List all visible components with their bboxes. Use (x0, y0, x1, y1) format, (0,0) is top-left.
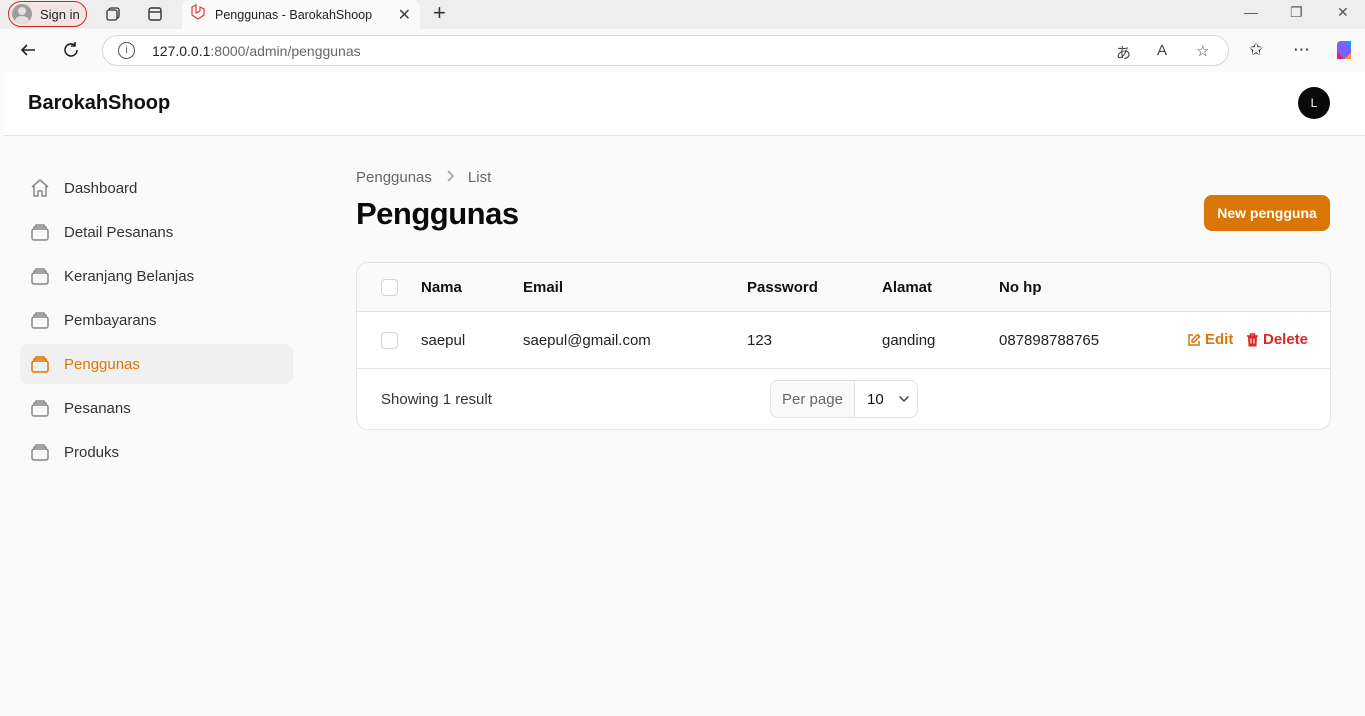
sidebar-item-detail-pesanans[interactable]: Detail Pesanans (20, 212, 293, 252)
stack-icon (28, 220, 52, 244)
column-header-nama[interactable]: Nama (421, 279, 462, 296)
app-root: BarokahShoop L Dashboard Detail Pesanans… (4, 72, 1365, 716)
edit-icon (1188, 332, 1201, 346)
per-page-label: Per page (771, 381, 855, 417)
column-header-alamat[interactable]: Alamat (882, 279, 932, 296)
browser-tab-bar: Sign in Penggunas - BarokahShoop ✕ + — ❐… (0, 0, 1365, 29)
page-title: Penggunas (356, 196, 519, 231)
table-header-row: Nama Email Password Alamat No hp (357, 263, 1330, 312)
copilot-icon[interactable] (1333, 39, 1355, 66)
collections-icon[interactable] (103, 4, 123, 24)
stack-icon (28, 352, 52, 376)
new-pengguna-button[interactable]: New pengguna (1204, 195, 1330, 231)
main-content: Penggunas List Penggunas New pengguna Na… (356, 168, 1331, 430)
app-topbar: BarokahShoop L (4, 72, 1365, 136)
column-header-password[interactable]: Password (747, 279, 818, 296)
sidebar-item-dashboard[interactable]: Dashboard (20, 168, 293, 208)
table-row[interactable]: saepul saepul@gmail.com 123 ganding 0878… (357, 312, 1330, 369)
favorites-icon[interactable]: ✩ (1249, 40, 1263, 60)
restore-icon[interactable]: ❐ (1290, 4, 1303, 21)
sidebar-item-keranjang-belanjas[interactable]: Keranjang Belanjas (20, 256, 293, 296)
per-page-value: 10 (867, 390, 884, 408)
chevron-right-icon (446, 169, 454, 185)
sidebar: Dashboard Detail Pesanans Keranjang Bela… (20, 168, 293, 476)
delete-button[interactable]: Delete (1246, 331, 1308, 348)
cell-alamat: ganding (882, 332, 936, 349)
edit-label: Edit (1205, 331, 1234, 348)
breadcrumb-list: List (467, 168, 492, 186)
browser-address-bar: i 127.0.0.1:8000/admin/penggunas あ A ☆ ✩… (0, 29, 1365, 72)
home-icon (28, 176, 52, 200)
results-count: Showing 1 result (381, 391, 492, 408)
more-menu-icon[interactable]: ⋯ (1293, 40, 1310, 60)
penggunas-table: Nama Email Password Alamat No hp saepul … (356, 262, 1331, 430)
refresh-icon[interactable] (60, 39, 82, 61)
tab-title: Penggunas - BarokahShoop (215, 7, 373, 22)
breadcrumb-penggunas[interactable]: Penggunas (356, 169, 432, 186)
read-aloud-icon[interactable]: A (1157, 42, 1167, 59)
sidebar-item-label: Dashboard (64, 179, 138, 197)
sidebar-item-label: Penggunas (64, 355, 140, 373)
browser-tab-active[interactable]: Penggunas - BarokahShoop ✕ (182, 0, 420, 29)
sidebar-item-label: Keranjang Belanjas (64, 267, 195, 285)
signin-label: Sign in (40, 6, 80, 22)
close-tab-icon[interactable]: ✕ (398, 5, 411, 25)
cell-nama: saepul (421, 332, 466, 349)
table-footer: Showing 1 result Per page 10 (357, 369, 1330, 429)
sidebar-item-produks[interactable]: Produks (20, 432, 293, 472)
url-path: :8000/admin/penggunas (210, 42, 361, 59)
close-window-icon[interactable]: ✕ (1337, 4, 1349, 21)
vertical-tabs-icon[interactable] (145, 4, 165, 24)
sidebar-item-pembayarans[interactable]: Pembayarans (20, 300, 293, 340)
sidebar-item-label: Detail Pesanans (64, 223, 174, 241)
url-field[interactable]: i 127.0.0.1:8000/admin/penggunas あ A ☆ (102, 35, 1229, 66)
stack-icon (28, 264, 52, 288)
translate-icon[interactable]: あ (1116, 42, 1131, 63)
edit-button[interactable]: Edit (1187, 331, 1233, 348)
delete-label: Delete (1263, 331, 1309, 348)
stack-icon (28, 440, 52, 464)
stack-icon (28, 308, 52, 332)
column-header-email[interactable]: Email (523, 279, 563, 296)
profile-icon (12, 4, 32, 24)
sidebar-item-label: Produks (64, 443, 120, 461)
url-host: 127.0.0.1 (152, 42, 211, 59)
sidebar-item-label: Pesanans (64, 399, 131, 417)
row-checkbox[interactable] (381, 332, 398, 349)
sidebar-item-penggunas[interactable]: Penggunas (20, 344, 293, 384)
cell-no-hp: 087898788765 (999, 332, 1100, 349)
chevron-down-icon (898, 390, 910, 408)
laravel-tab-icon (190, 4, 206, 25)
brand-logo[interactable]: BarokahShoop (28, 92, 170, 115)
cell-password: 123 (747, 332, 773, 349)
per-page-select[interactable]: Per page 10 (770, 380, 918, 418)
stack-icon (28, 396, 52, 420)
user-avatar[interactable]: L (1298, 87, 1330, 119)
cell-email: saepul@gmail.com (523, 332, 651, 349)
trash-icon (1247, 332, 1258, 346)
favorite-star-icon[interactable]: ☆ (1196, 42, 1209, 60)
back-icon[interactable] (17, 39, 39, 61)
select-all-checkbox[interactable] (381, 279, 398, 296)
browser-signin-button[interactable]: Sign in (8, 1, 87, 27)
breadcrumb: Penggunas List (356, 168, 1331, 186)
minimize-icon[interactable]: — (1244, 4, 1258, 20)
site-info-icon[interactable]: i (118, 42, 135, 59)
new-tab-icon[interactable]: + (433, 2, 446, 24)
sidebar-item-pesanans[interactable]: Pesanans (20, 388, 293, 428)
column-header-no-hp[interactable]: No hp (999, 279, 1042, 296)
sidebar-item-label: Pembayarans (64, 311, 157, 329)
